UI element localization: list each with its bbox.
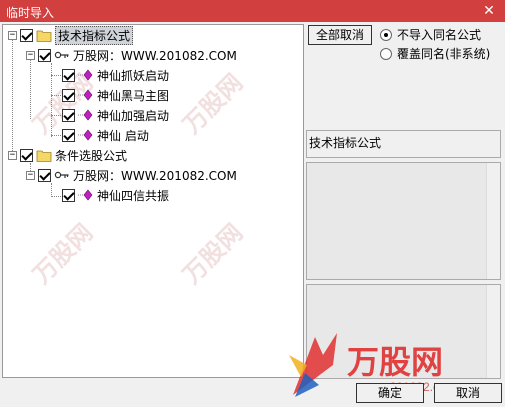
node-checkbox[interactable] <box>38 48 51 62</box>
tree-node-formula[interactable]: 神仙抓妖启动 <box>62 66 169 84</box>
formula-diamond-icon <box>78 88 94 102</box>
tree-node-formula[interactable]: 神仙黑马主图 <box>62 86 169 104</box>
key-icon <box>54 48 70 62</box>
formula-diamond-icon <box>78 188 94 202</box>
collapse-toggle[interactable]: − <box>26 50 35 60</box>
node-checkbox[interactable] <box>62 108 75 122</box>
collapse-toggle[interactable]: − <box>26 170 35 180</box>
collapse-toggle[interactable]: − <box>8 30 17 40</box>
node-label: 神仙黑马主图 <box>97 88 170 103</box>
tree-node-formula[interactable]: 神仙 启动 <box>62 126 149 144</box>
tree-node-stock-screening-formulas[interactable]: − 条件选股公式 <box>8 146 127 164</box>
cancel-all-button[interactable]: 全部取消 <box>308 25 372 45</box>
tree-node-formula[interactable]: 神仙加强启动 <box>62 106 169 124</box>
tree-node-publisher[interactable]: − 万股网：WWW.201082.COM <box>26 166 237 184</box>
radio-label: 不导入同名公式 <box>397 28 482 42</box>
formula-tree[interactable]: 万股网 万股网 万股网 万股网 − 技术指标公式 − 万股网：WWW.20108… <box>2 24 304 378</box>
radio-overwrite-duplicates[interactable]: 覆盖同名(非系统) <box>380 45 490 62</box>
node-checkbox[interactable] <box>20 28 33 42</box>
node-label: 技术指标公式 <box>55 25 134 45</box>
cancel-button[interactable]: 取消 <box>434 383 502 403</box>
tree-line <box>51 183 52 197</box>
node-label: 神仙抓妖启动 <box>97 68 170 83</box>
formula-diamond-icon <box>78 128 94 142</box>
folder-icon <box>36 28 52 42</box>
node-checkbox[interactable] <box>38 168 51 182</box>
radio-button[interactable] <box>380 47 392 60</box>
node-checkbox[interactable] <box>62 68 75 82</box>
watermark-logo-text: 万股网 <box>178 219 248 289</box>
scrollbar[interactable] <box>486 163 500 279</box>
window-title: 临时导入 <box>6 6 55 20</box>
title-bar: 临时导入 ✕ <box>0 0 505 22</box>
node-label: 万股网：WWW.201082.COM <box>73 168 237 183</box>
tree-node-publisher[interactable]: − 万股网：WWW.201082.COM <box>26 46 237 64</box>
tree-node-technical-formulas[interactable]: − 技术指标公式 <box>8 25 134 45</box>
watermark-logo-text: 万股网 <box>178 69 248 139</box>
radio-label: 覆盖同名(非系统) <box>397 47 491 61</box>
radio-skip-duplicates[interactable]: 不导入同名公式 <box>380 26 481 43</box>
node-label: 神仙加强启动 <box>97 108 170 123</box>
node-label: 神仙四信共振 <box>97 188 170 203</box>
close-button[interactable]: ✕ <box>479 1 499 21</box>
section-label: 技术指标公式 <box>306 130 501 158</box>
formula-description-box[interactable] <box>306 284 501 379</box>
node-checkbox[interactable] <box>20 148 33 162</box>
tree-line <box>12 39 13 157</box>
formula-diamond-icon <box>78 68 94 82</box>
node-checkbox[interactable] <box>62 128 75 142</box>
collapse-toggle[interactable]: − <box>8 150 17 160</box>
watermark-logo-text: 万股网 <box>28 219 98 289</box>
radio-button[interactable] <box>380 28 392 41</box>
node-checkbox[interactable] <box>62 188 75 202</box>
node-label: 条件选股公式 <box>55 148 128 163</box>
node-label: 万股网：WWW.201082.COM <box>73 48 237 63</box>
ok-button[interactable]: 确定 <box>356 383 424 403</box>
node-checkbox[interactable] <box>62 88 75 102</box>
formula-diamond-icon <box>78 108 94 122</box>
key-icon <box>54 168 70 182</box>
formula-info-box[interactable] <box>306 162 501 280</box>
folder-icon <box>36 148 52 162</box>
node-label: 神仙 启动 <box>97 128 149 143</box>
tree-line <box>30 55 31 119</box>
tree-node-formula[interactable]: 神仙四信共振 <box>62 186 169 204</box>
scrollbar[interactable] <box>486 285 500 378</box>
